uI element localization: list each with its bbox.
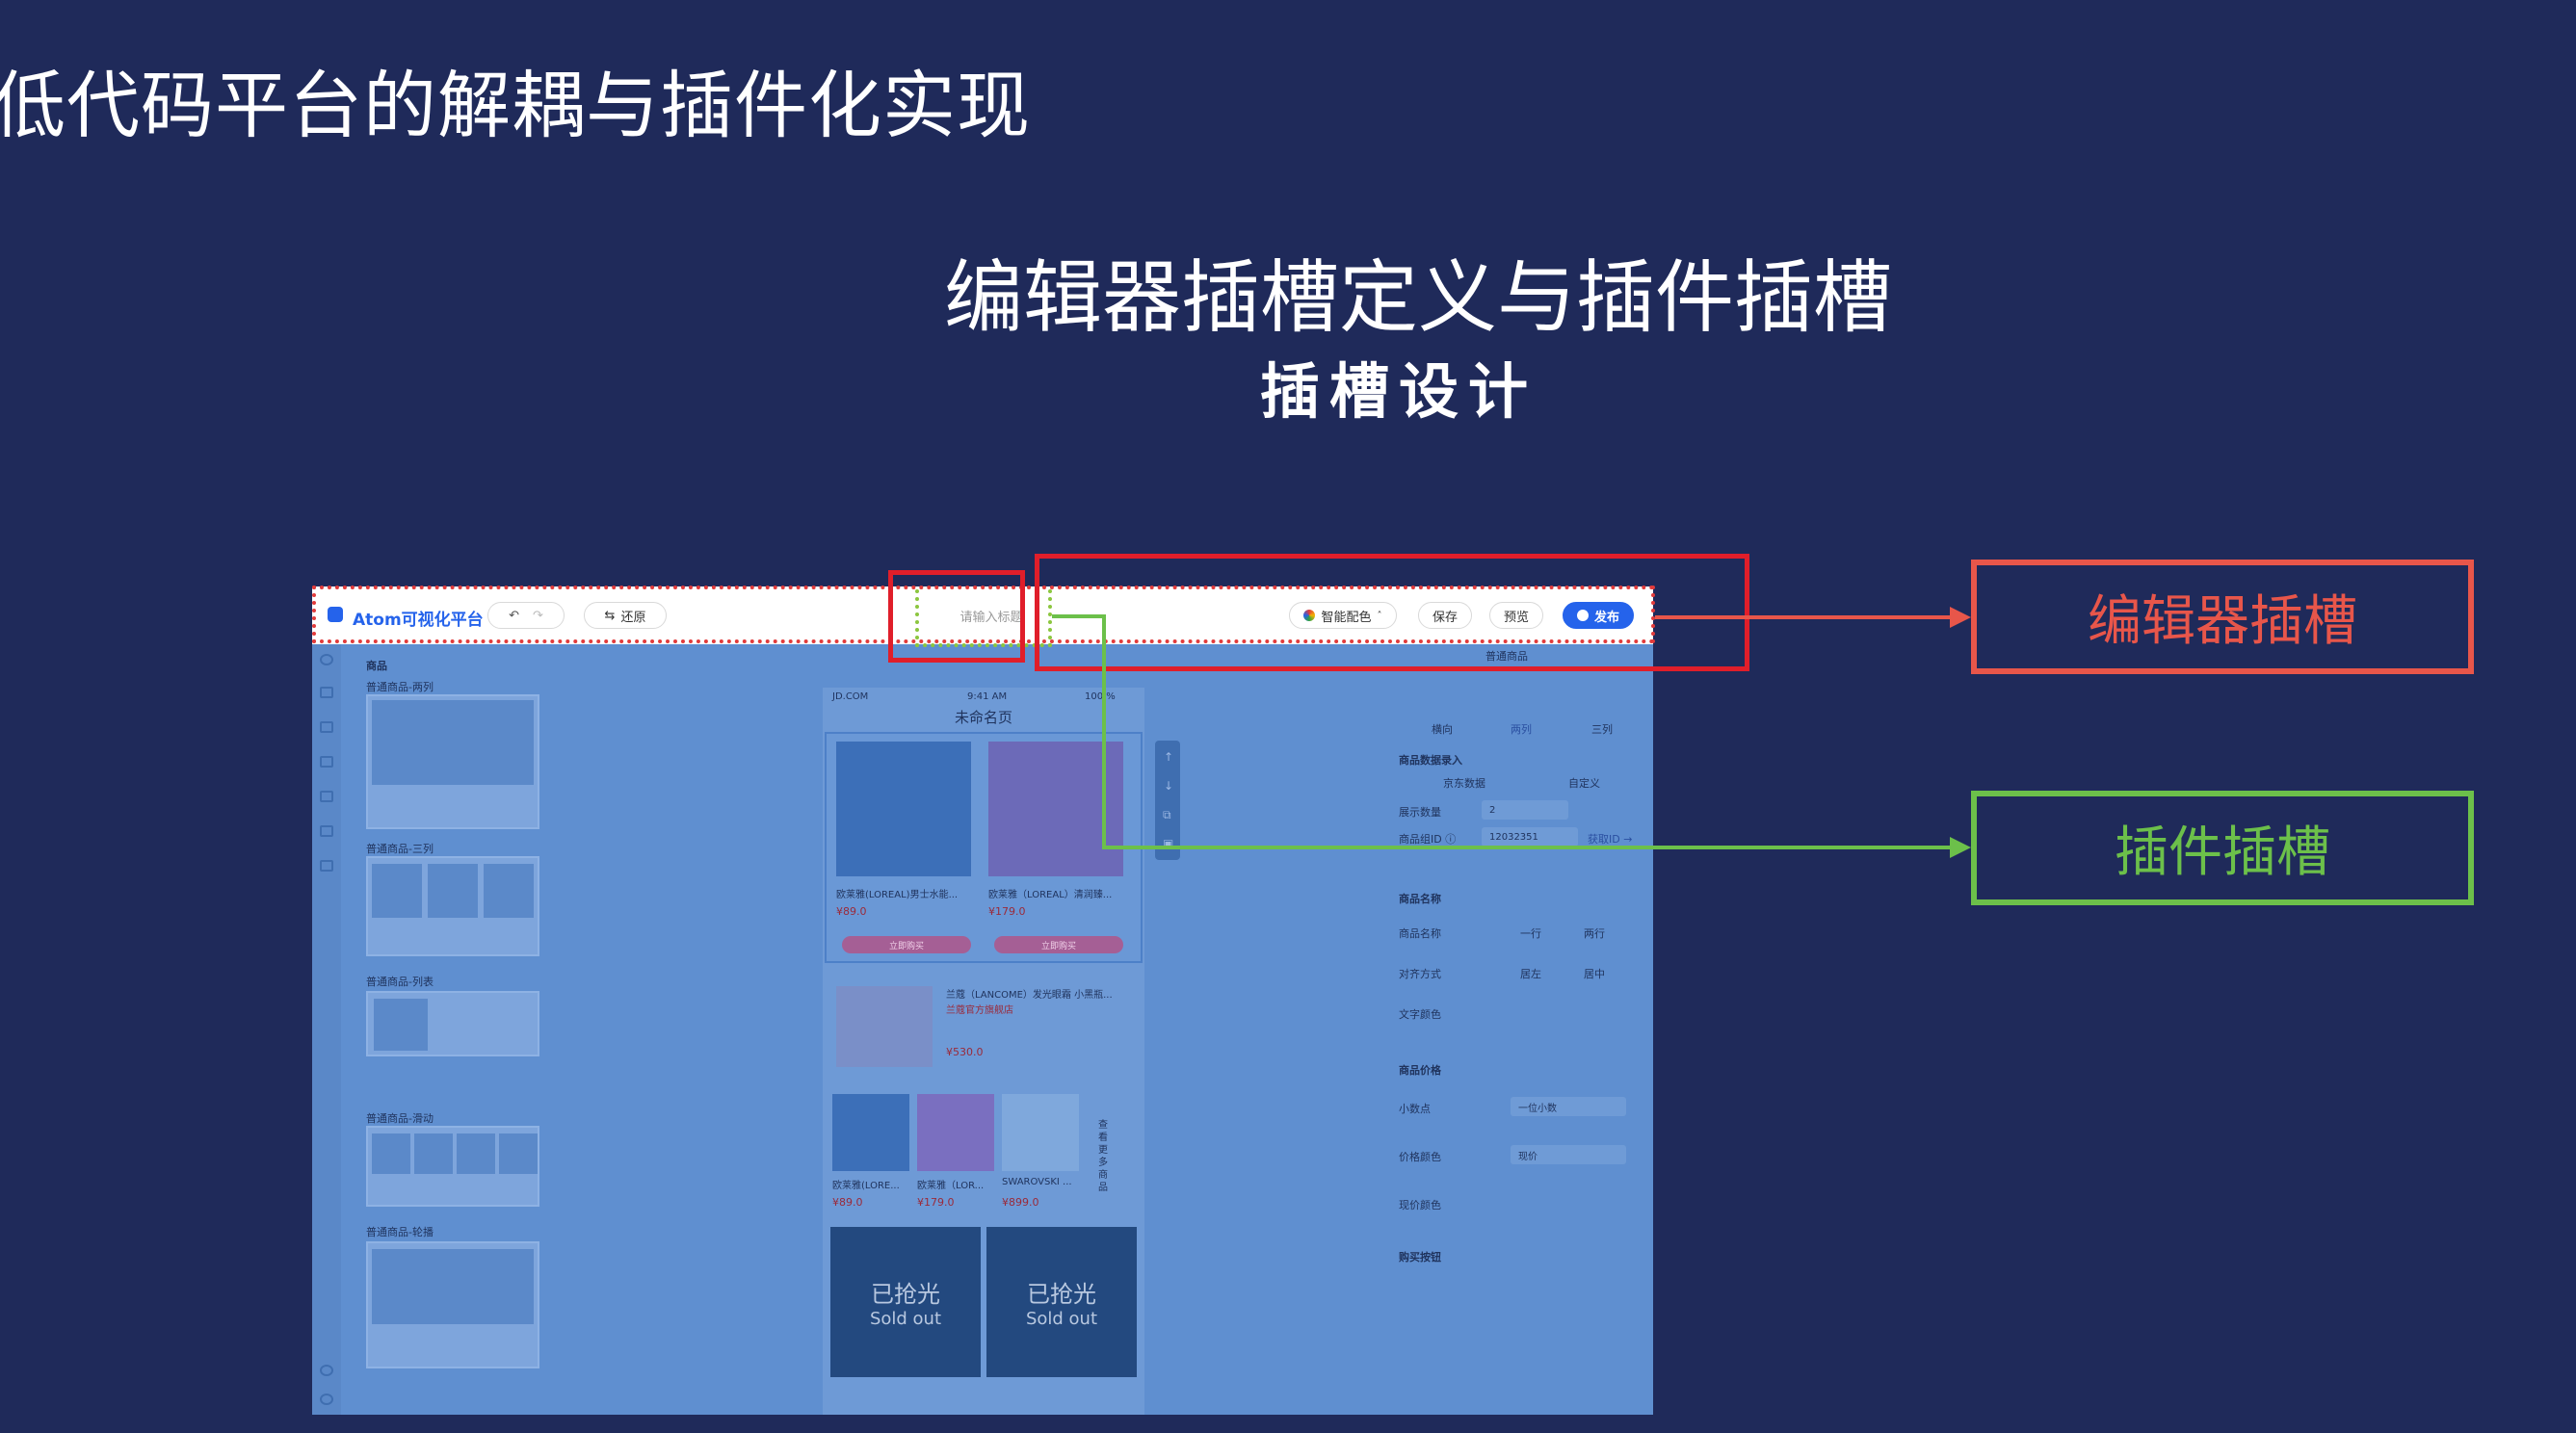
callout-connectors [1052, 607, 1971, 858]
plugin-slot-callout: 插件插槽 [1971, 791, 2474, 905]
editor-slot-callout: 编辑器插槽 [1971, 560, 2474, 674]
editor-slot-arrowhead [1950, 607, 1971, 628]
plugin-slot-arrowhead [1950, 837, 1971, 858]
plugin-slot-connector [1052, 614, 1956, 849]
